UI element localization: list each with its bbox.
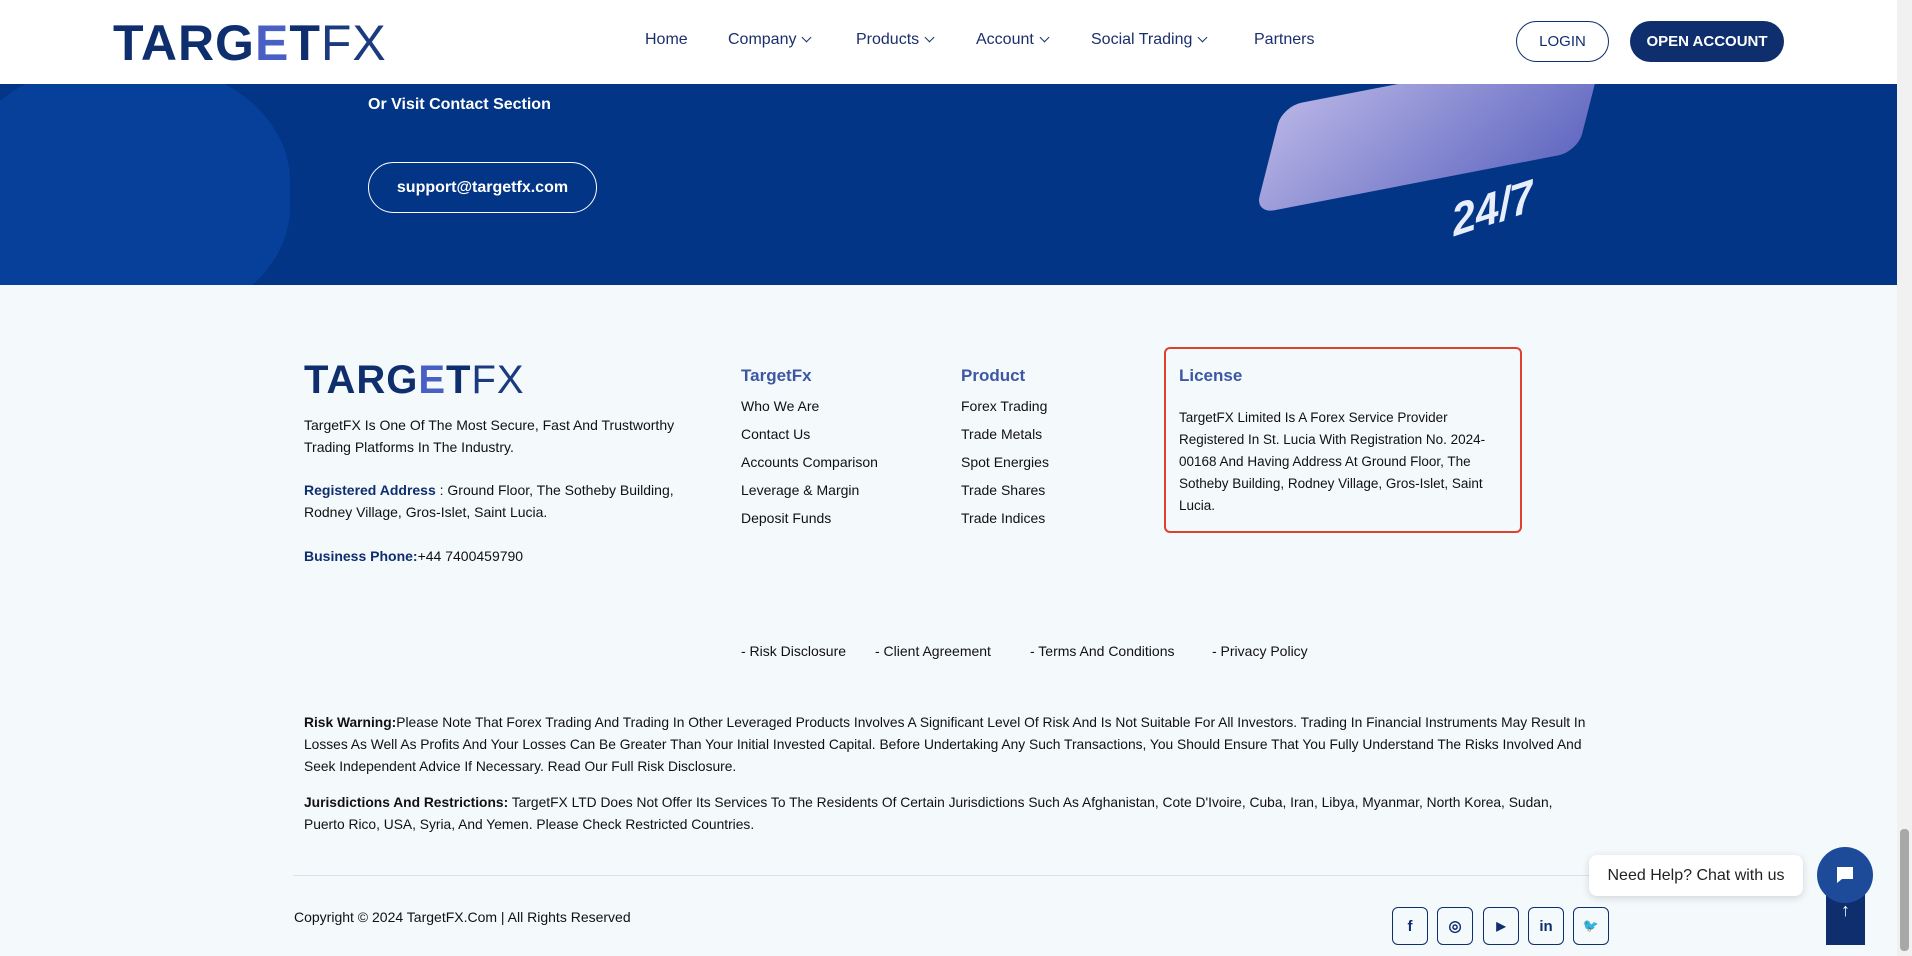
nav-social-trading[interactable]: Social Trading [1091,31,1208,49]
nav-account[interactable]: Account [976,31,1050,49]
phone-illustration [1255,84,1605,214]
footer-divider [293,875,1597,876]
link-risk-disclosure[interactable]: - Risk Disclosure [741,643,846,659]
logo[interactable]: TARGETFX [113,14,387,72]
scrollbar[interactable] [1897,0,1912,956]
nav-company[interactable]: Company [728,31,812,49]
chevron-down-icon [924,32,935,43]
link-leverage-margin[interactable]: Leverage & Margin [741,482,859,498]
nav-products[interactable]: Products [856,31,935,49]
footer-description: TargetFX Is One Of The Most Secure, Fast… [304,417,675,455]
nav-partners[interactable]: Partners [1254,31,1314,49]
business-phone: Business Phone:+44 7400459790 [304,548,524,564]
24-7-badge: 24/7 [1448,170,1537,247]
chevron-down-icon [1197,32,1208,43]
product-column-heading: Product [961,366,1026,385]
site-header: TARGETFX Home Company Products Account S… [0,0,1897,84]
link-trade-indices[interactable]: Trade Indices [961,510,1045,526]
youtube-icon[interactable]: ▶ [1483,907,1519,945]
visit-contact-text: Or Visit Contact Section [368,96,551,113]
chat-button[interactable] [1817,847,1873,903]
link-spot-energies[interactable]: Spot Energies [961,454,1049,470]
link-accounts-comparison[interactable]: Accounts Comparison [741,454,878,470]
link-deposit-funds[interactable]: Deposit Funds [741,510,831,526]
chevron-down-icon [1039,32,1050,43]
link-privacy-policy[interactable]: - Privacy Policy [1212,643,1308,659]
link-who-we-are[interactable]: Who We Are [741,398,819,414]
nav-home[interactable]: Home [645,31,688,49]
link-terms-conditions[interactable]: - Terms And Conditions [1030,643,1174,659]
risk-warning: Risk Warning:Please Note That Forex Trad… [304,715,1586,774]
chat-icon [1837,867,1853,883]
registered-address: Registered Address : Ground Floor, The S… [304,482,674,520]
linkedin-icon[interactable]: in [1528,907,1564,945]
jurisdictions-restrictions: Jurisdictions And Restrictions: TargetFX… [304,795,1553,832]
scrollbar-thumb[interactable] [1900,829,1909,951]
support-email-button[interactable]: support@targetfx.com [368,162,597,213]
targetfx-column-heading: TargetFx [741,366,812,385]
instagram-icon[interactable]: ◎ [1437,907,1473,945]
license-box: License TargetFX Limited Is A Forex Serv… [1164,347,1522,533]
open-account-button[interactable]: OPEN ACCOUNT [1630,21,1784,62]
link-trade-shares[interactable]: Trade Shares [961,482,1045,498]
license-heading: License [1179,366,1243,385]
license-text: TargetFX Limited Is A Forex Service Prov… [1179,410,1486,513]
login-button[interactable]: LOGIN [1516,21,1609,62]
link-forex-trading[interactable]: Forex Trading [961,398,1047,414]
chevron-down-icon [802,32,812,43]
link-contact-us[interactable]: Contact Us [741,426,810,442]
link-trade-metals[interactable]: Trade Metals [961,426,1042,442]
chat-prompt[interactable]: Need Help? Chat with us [1589,855,1803,896]
contact-banner: Or Visit Contact Section support@targetf… [0,84,1897,285]
person-image [0,84,290,285]
twitter-icon[interactable]: 🐦 [1573,907,1609,945]
footer-logo: TARGETFX [304,358,525,402]
copyright: Copyright © 2024 TargetFX.Com | All Righ… [294,909,631,925]
link-client-agreement[interactable]: - Client Agreement [875,643,991,659]
facebook-icon[interactable]: f [1392,907,1428,945]
